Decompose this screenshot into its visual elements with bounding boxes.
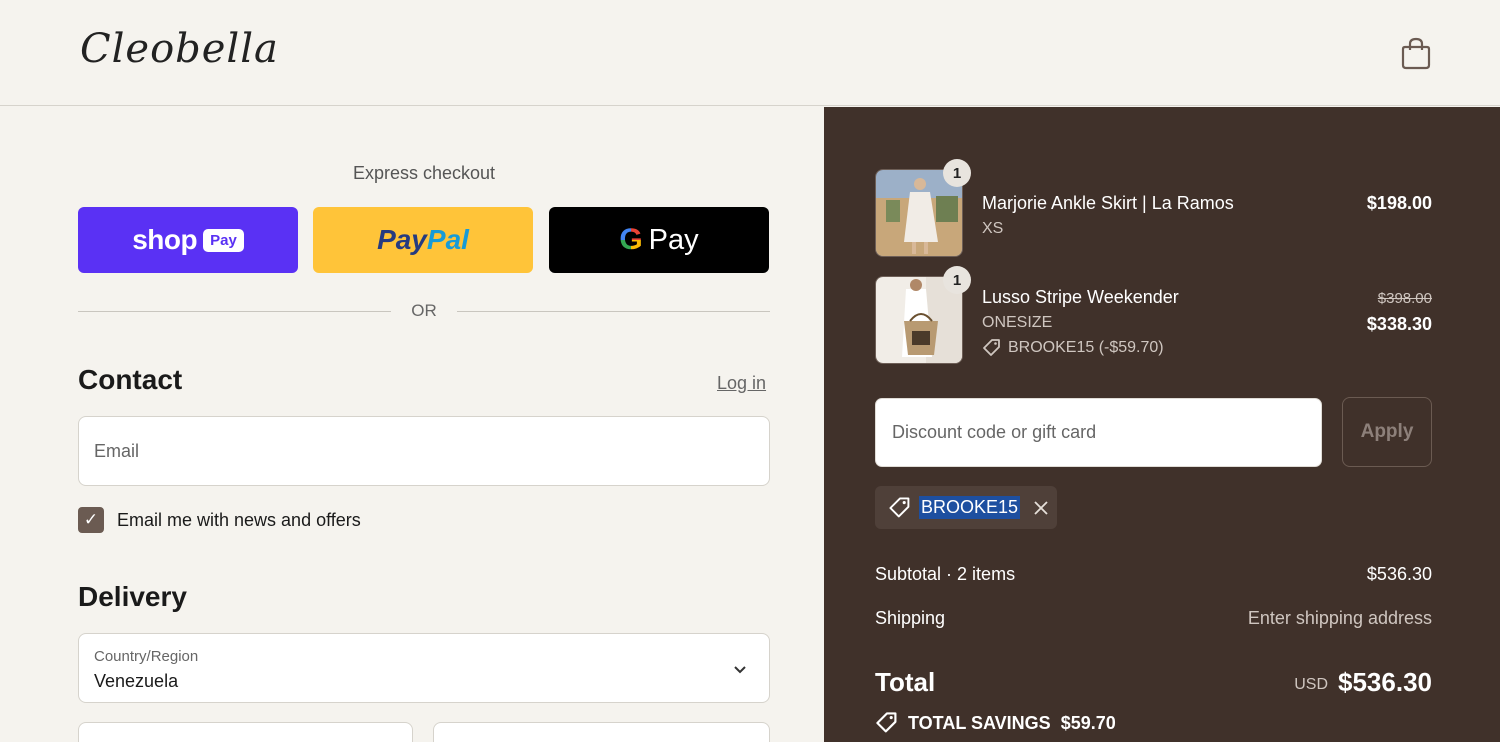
shipping-label: Shipping bbox=[875, 608, 946, 628]
news-checkbox-label: Email me with news and offers bbox=[117, 509, 361, 530]
last-name-field[interactable] bbox=[433, 722, 770, 742]
country-select-value: Venezuela bbox=[94, 671, 179, 691]
item-variant: XS bbox=[982, 220, 1004, 237]
subtotal-value: $536.30 bbox=[1366, 564, 1432, 584]
paypal-wordmark-part1: Pay bbox=[377, 224, 427, 255]
item-original-price: $398.00 bbox=[1377, 290, 1432, 307]
divider-line-right bbox=[457, 311, 770, 312]
shop-pay-button[interactable]: shop Pay bbox=[78, 207, 298, 273]
total-currency: USD bbox=[1294, 676, 1328, 693]
shopping-bag-icon[interactable] bbox=[1400, 36, 1432, 70]
news-checkbox[interactable]: ✓ bbox=[78, 507, 104, 533]
total-savings-value: $59.70 bbox=[1060, 712, 1116, 733]
total-savings: TOTAL SAVINGS $59.70 bbox=[875, 711, 1116, 735]
item-name: Lusso Stripe Weekender bbox=[982, 287, 1179, 307]
cart-item: 1 Lusso Stripe Weekender ONESIZE BROOKE1… bbox=[875, 266, 1432, 364]
logo[interactable]: Cleobella bbox=[80, 26, 279, 72]
discount-field[interactable] bbox=[875, 398, 1322, 467]
tag-icon bbox=[876, 712, 897, 733]
applied-code-chip: BROOKE15 bbox=[875, 486, 1057, 529]
cart-item: 1 Marjorie Ankle Skirt | La Ramos XS $19… bbox=[875, 159, 1432, 259]
item-variant: ONESIZE bbox=[982, 314, 1053, 331]
total-savings-label: TOTAL SAVINGS bbox=[908, 712, 1051, 733]
tag-icon bbox=[889, 496, 910, 517]
checkout-form: Express checkout shop Pay Pay Pal G Pay O… bbox=[0, 107, 824, 742]
discount-input[interactable] bbox=[876, 399, 1321, 466]
total-label: Total bbox=[875, 667, 936, 697]
order-summary: 1 Marjorie Ankle Skirt | La Ramos XS $19… bbox=[824, 107, 1500, 742]
express-checkout-title: Express checkout bbox=[352, 163, 496, 183]
header: Cleobella bbox=[0, 0, 1500, 106]
login-link[interactable]: Log in bbox=[717, 373, 766, 394]
chevron-down-icon bbox=[734, 666, 746, 674]
tag-icon bbox=[983, 339, 1000, 356]
close-icon[interactable] bbox=[1032, 499, 1050, 517]
paypal-wordmark-part2: Pal bbox=[426, 224, 469, 255]
first-name-field[interactable] bbox=[78, 722, 413, 742]
or-divider: OR bbox=[78, 301, 770, 323]
news-opt-in[interactable]: ✓ Email me with news and offers bbox=[78, 507, 361, 533]
email-field[interactable] bbox=[78, 416, 770, 486]
item-discount: BROOKE15 (-$59.70) bbox=[982, 338, 1164, 358]
quantity-badge: 1 bbox=[943, 266, 971, 294]
total-value: $536.30 bbox=[1338, 667, 1432, 697]
country-select[interactable]: Country/Region Venezuela bbox=[78, 633, 770, 703]
google-g-icon: G bbox=[619, 223, 643, 256]
country-select-label: Country/Region bbox=[94, 648, 199, 665]
shop-pay-badge: Pay bbox=[203, 228, 244, 252]
paypal-button[interactable]: Pay Pal bbox=[313, 207, 533, 273]
item-price: $338.30 bbox=[1366, 314, 1432, 334]
shipping-value: Enter shipping address bbox=[1247, 608, 1432, 628]
email-input[interactable] bbox=[79, 417, 769, 485]
google-pay-label: Pay bbox=[648, 223, 699, 256]
item-discount-label: BROOKE15 (-$59.70) bbox=[1008, 339, 1164, 356]
subtotal-label: Subtotal · 2 items bbox=[875, 564, 1016, 584]
item-price: $198.00 bbox=[1366, 193, 1432, 213]
applied-code-label: BROOKE15 bbox=[919, 496, 1021, 519]
apply-button[interactable]: Apply bbox=[1342, 397, 1432, 467]
google-pay-button[interactable]: G Pay bbox=[549, 207, 769, 273]
shipping-row: Shipping Enter shipping address bbox=[875, 608, 1432, 632]
subtotal-row: Subtotal · 2 items $536.30 bbox=[875, 564, 1432, 588]
delivery-title: Delivery bbox=[78, 581, 187, 612]
shop-pay-wordmark: shop bbox=[132, 224, 198, 255]
item-name: Marjorie Ankle Skirt | La Ramos bbox=[982, 193, 1234, 213]
contact-title: Contact bbox=[78, 364, 183, 395]
quantity-badge: 1 bbox=[943, 159, 971, 187]
